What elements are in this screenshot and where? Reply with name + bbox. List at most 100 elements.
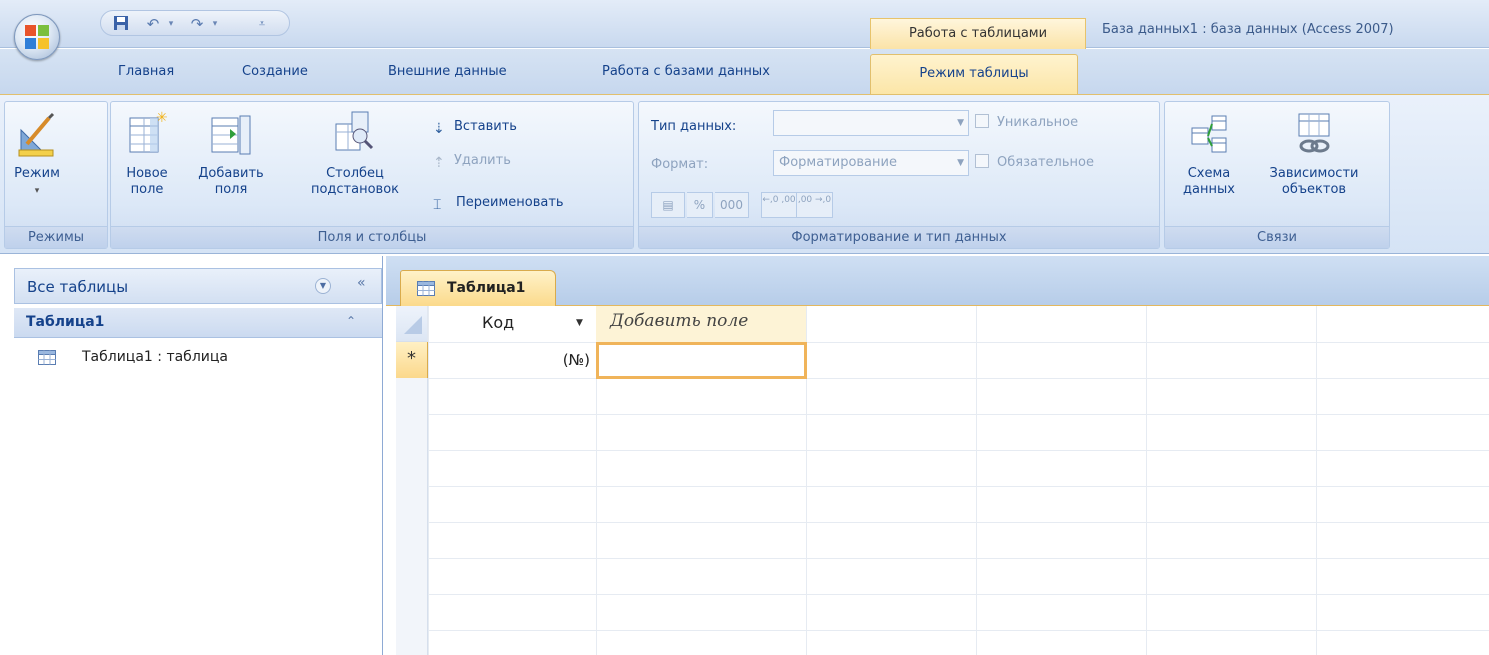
currency-format-button[interactable]: ▤ [651, 192, 685, 218]
increase-decimals-label: ←,0 ,00 [762, 195, 796, 205]
table-icon [417, 281, 435, 296]
svg-text:✳: ✳ [156, 110, 168, 126]
tab-external-data[interactable]: Внешние данные [388, 64, 507, 79]
lookup-column-button[interactable]: Столбец подстановок [295, 110, 415, 198]
insert-field-button[interactable]: ⇣ Вставить [433, 116, 517, 138]
document-tabstrip: Таблица1 [386, 256, 1489, 307]
column-header-add-field[interactable]: Добавить поле [596, 306, 806, 342]
percent-format-button[interactable]: % [687, 192, 713, 218]
lookup-column-label-1: Столбец [326, 166, 384, 181]
navigation-pane: Все таблицы ▼ « Таблица1 ⌃ Таблица1 : та… [0, 256, 383, 655]
insert-column-icon: ⇣ [433, 120, 445, 137]
data-type-label: Тип данных: [651, 119, 737, 134]
rename-field-label: Переименовать [456, 195, 564, 210]
required-checkbox[interactable]: Обязательное [975, 154, 1094, 170]
lookup-column-icon [335, 111, 374, 151]
window-title: База данных1 : база данных (Access 2007) [1102, 22, 1394, 37]
object-dependencies-label-1: Зависимости [1269, 166, 1359, 181]
delete-field-button[interactable]: ⇡ Удалить [433, 150, 511, 172]
view-dropdown-icon: ▾ [34, 186, 40, 196]
undo-icon[interactable]: ↶ [141, 14, 165, 34]
nav-item-table1[interactable]: Таблица1 : таблица [14, 346, 382, 370]
tab-database-tools[interactable]: Работа с базами данных [602, 64, 770, 79]
redo-icon[interactable]: ↷ [185, 14, 209, 34]
ribbon-tabs: Главная Создание Внешние данные Работа с… [0, 49, 1489, 96]
object-dependencies-label-2: объектов [1281, 182, 1347, 197]
group-formatting: Тип данных: ▼ Формат: Форматирование ▼ У… [638, 101, 1160, 249]
decrease-decimals-button[interactable]: ,00 →,0 [797, 192, 833, 218]
object-dependencies-icon [1298, 113, 1330, 153]
nav-menu-dropdown-icon[interactable]: ▼ [315, 278, 331, 294]
collapse-group-icon[interactable]: ⌃ [346, 314, 356, 328]
delete-column-icon: ⇡ [433, 154, 445, 171]
select-all-icon [404, 316, 422, 334]
cell-add-field-active[interactable] [596, 342, 807, 379]
delete-field-label: Удалить [454, 153, 511, 168]
checkbox-box [975, 154, 989, 168]
object-dependencies-button[interactable]: Зависимости объектов [1251, 110, 1377, 198]
view-button[interactable]: Режим ▾ [9, 110, 65, 199]
quick-access-toolbar: ↶ ▾ ↷ ▾ ⩡ [100, 10, 290, 36]
nav-group-header[interactable]: Таблица1 ⌃ [14, 308, 382, 338]
data-type-dropdown[interactable]: ▼ [773, 110, 969, 136]
new-record-selector[interactable]: * [396, 342, 428, 378]
insert-field-label: Вставить [454, 119, 517, 134]
undo-dropdown-icon[interactable]: ▾ [165, 14, 177, 34]
table-icon [38, 350, 56, 365]
thousands-format-button[interactable]: 000 [715, 192, 749, 218]
chevron-down-icon: ▼ [957, 158, 964, 168]
relationships-icon [1191, 115, 1227, 153]
relationships-label-2: данных [1183, 182, 1235, 197]
decrease-decimals-label: ,00 →,0 [797, 195, 832, 205]
datasheet-grid[interactable]: Код ▼ Добавить поле * (№) [386, 306, 1489, 655]
document-tab-table1[interactable]: Таблица1 [400, 270, 556, 307]
ribbon: Режим ▾ Режимы ✳ Новое поле Добавить пол… [0, 94, 1489, 254]
percent-label: % [693, 198, 706, 212]
new-field-button[interactable]: ✳ Новое поле [115, 110, 179, 198]
nav-pane-title: Все таблицы [27, 278, 129, 296]
add-fields-label-1: Добавить [198, 166, 264, 181]
save-icon[interactable] [109, 14, 133, 34]
required-label: Обязательное [997, 155, 1094, 170]
new-field-icon: ✳ [129, 110, 168, 153]
chevron-down-icon: ▼ [957, 118, 964, 128]
column-header-kod[interactable]: Код ▼ [428, 306, 596, 342]
office-button[interactable] [14, 14, 60, 60]
new-field-label-1: Новое [126, 166, 168, 181]
tab-create[interactable]: Создание [242, 64, 308, 79]
group-formatting-label: Форматирование и тип данных [639, 226, 1159, 248]
relationships-button[interactable]: Схема данных [1171, 110, 1247, 198]
group-relationships: Схема данных Зависимости объектов Связи [1164, 101, 1390, 249]
view-button-label: Режим [14, 166, 60, 181]
column-dropdown-icon[interactable]: ▼ [576, 318, 583, 328]
lookup-column-label-2: подстановок [310, 182, 400, 197]
rename-column-icon: ⌶ [433, 196, 442, 213]
redo-dropdown-icon[interactable]: ▾ [209, 14, 221, 34]
nav-item-label: Таблица1 : таблица [82, 349, 228, 365]
select-all-corner[interactable] [396, 306, 428, 342]
column-header-label: Код [482, 313, 515, 332]
checkbox-box [975, 114, 989, 128]
unique-checkbox[interactable]: Уникальное [975, 114, 1078, 130]
document-area: Таблица1 Код ▼ Добавить поле * (№) [386, 256, 1489, 655]
office-logo-icon [25, 25, 49, 49]
unique-label: Уникальное [997, 115, 1079, 130]
relationships-label-1: Схема [1187, 166, 1231, 181]
cell-kod-new[interactable]: (№) [428, 342, 596, 378]
group-fields-columns: ✳ Новое поле Добавить поля Столбец подст… [110, 101, 634, 249]
tab-home[interactable]: Главная [118, 64, 174, 79]
format-value: Форматирование [779, 155, 897, 170]
tab-datasheet[interactable]: Режим таблицы [870, 54, 1078, 96]
add-fields-button[interactable]: Добавить поля [189, 110, 273, 198]
rename-field-button[interactable]: ⌶ Переименовать [433, 192, 564, 214]
collapse-pane-icon[interactable]: « [357, 275, 366, 291]
contextual-tab-group: Работа с таблицами [870, 18, 1086, 49]
increase-decimals-button[interactable]: ←,0 ,00 [761, 192, 797, 218]
nav-pane-header[interactable]: Все таблицы ▼ « [14, 268, 382, 304]
new-field-label-2: поле [130, 182, 164, 197]
currency-icon: ▤ [662, 198, 674, 212]
customize-qat-icon[interactable]: ⩡ [251, 14, 273, 34]
add-field-label: Добавить поле [610, 311, 749, 331]
format-dropdown[interactable]: Форматирование ▼ [773, 150, 969, 176]
add-fields-label-2: поля [214, 182, 248, 197]
